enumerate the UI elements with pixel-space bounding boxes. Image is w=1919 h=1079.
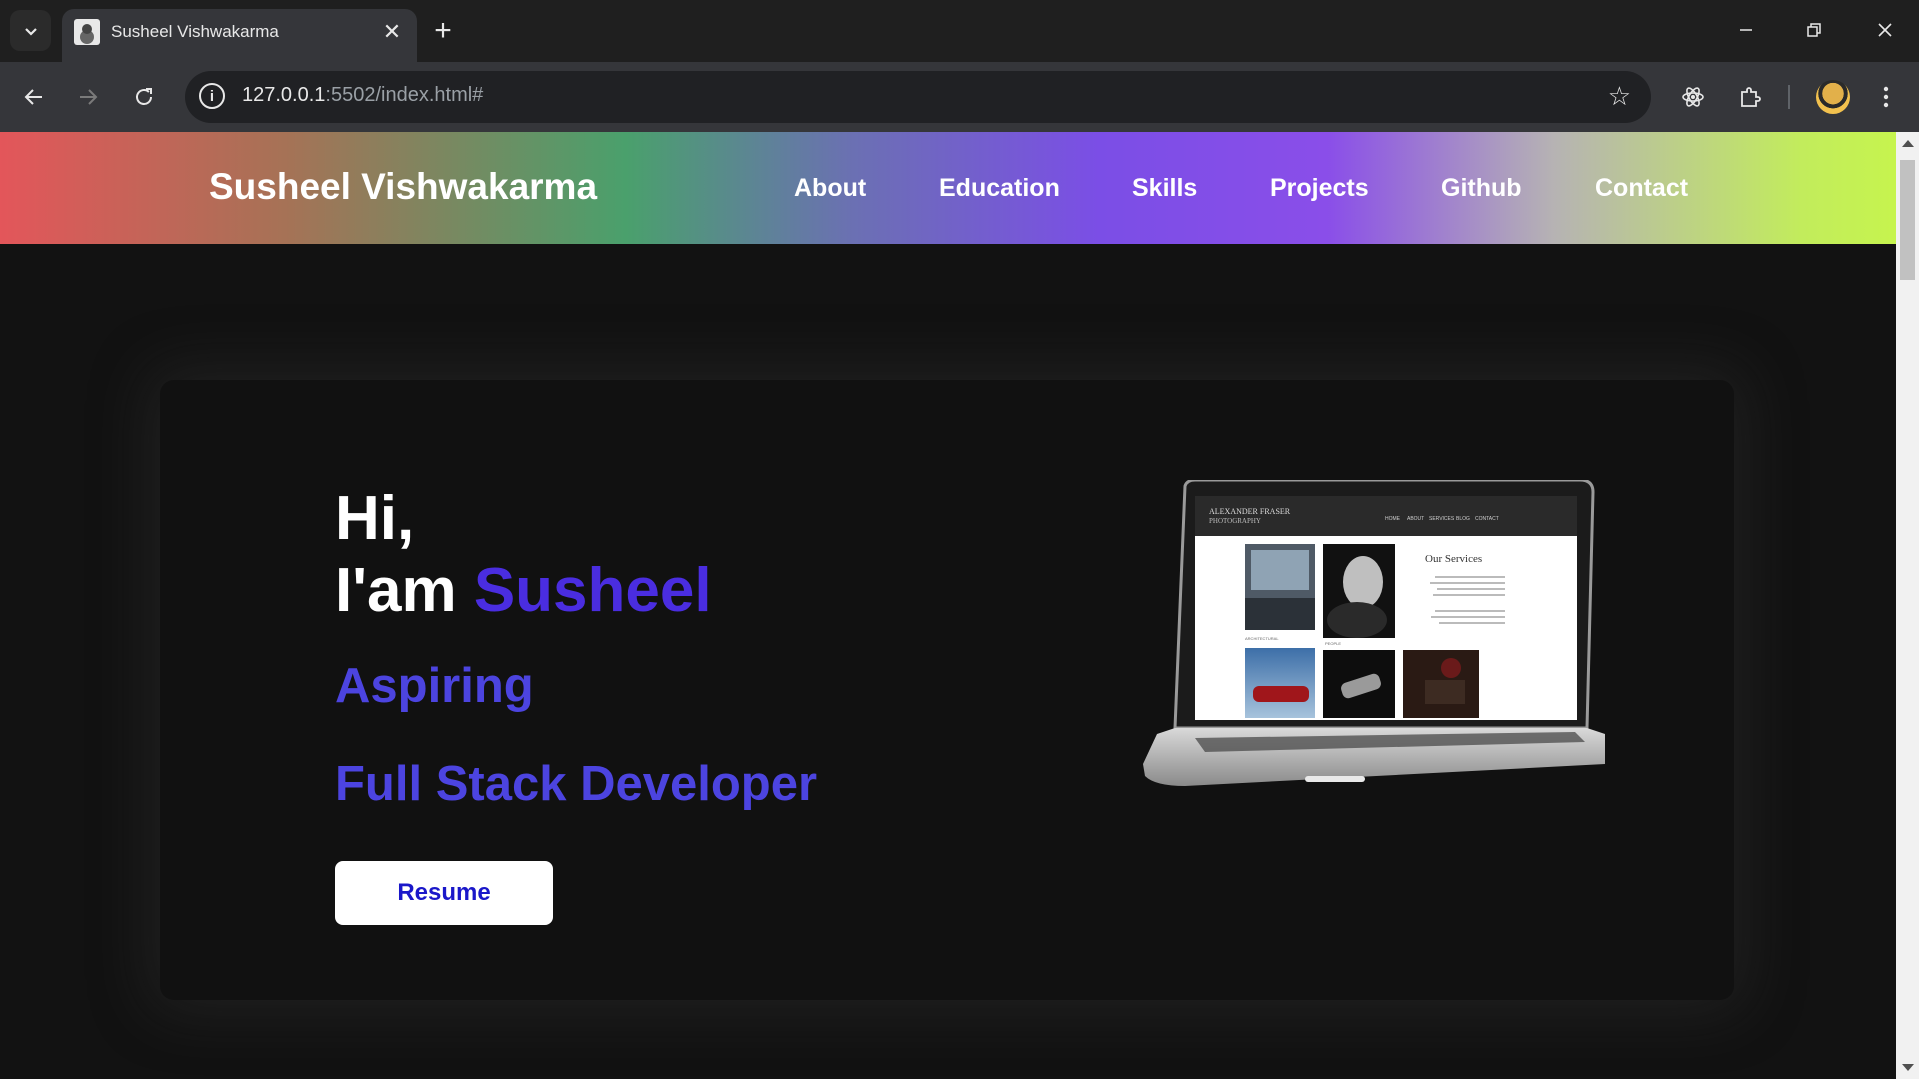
screen-menu-contact: CONTACT	[1475, 516, 1499, 522]
minimize-icon[interactable]	[1723, 14, 1769, 46]
hero-card: Hi, I'am Susheel Aspiring Full Stack Dev…	[160, 380, 1734, 1000]
address-bar[interactable]: i 127.0.0.1:5502/index.html# ☆	[185, 71, 1651, 123]
browser-toolbar: i 127.0.0.1:5502/index.html# ☆	[0, 62, 1919, 132]
scroll-up-arrow-icon[interactable]	[1902, 140, 1914, 147]
screen-site-title: ALEXANDER FRASER	[1209, 507, 1291, 516]
scroll-down-arrow-icon[interactable]	[1902, 1064, 1914, 1071]
toolbar-separator	[1788, 85, 1790, 109]
nav-skills[interactable]: Skills	[1132, 174, 1197, 203]
screen-photo-car	[1245, 648, 1315, 718]
tab-search-button[interactable]	[10, 10, 51, 51]
tab-title: Susheel Vishwakarma	[111, 22, 279, 41]
back-arrow-icon[interactable]	[14, 77, 54, 117]
screen-heading: Our Services	[1425, 553, 1482, 565]
extensions-puzzle-icon[interactable]	[1730, 77, 1770, 117]
site-info-icon[interactable]: i	[199, 83, 225, 109]
browser-tabstrip: Susheel Vishwakarma ✕ +	[0, 0, 1919, 62]
nav-about[interactable]: About	[794, 174, 866, 203]
new-tab-plus-icon[interactable]: +	[425, 13, 461, 49]
url-path: :5502/index.html#	[325, 84, 484, 106]
nav-projects[interactable]: Projects	[1270, 174, 1369, 203]
profile-avatar[interactable]	[1816, 80, 1850, 114]
scrollbar-thumb[interactable]	[1900, 160, 1915, 280]
hero-greeting: Hi, I'am Susheel	[335, 483, 712, 627]
page-scrollbar[interactable]	[1896, 132, 1919, 1079]
greeting-line-2: I'am Susheel	[335, 555, 712, 627]
menu-kebab-icon[interactable]	[1866, 77, 1906, 117]
screen-menu-about: ABOUT	[1407, 516, 1424, 522]
restore-icon[interactable]	[1791, 14, 1837, 46]
screen-caption-architectural: ARCHITECTURAL	[1245, 636, 1279, 641]
bookmark-star-icon[interactable]: ☆	[1608, 81, 1631, 112]
role-line-2: Full Stack Developer	[335, 757, 818, 811]
greeting-prefix: I'am	[335, 556, 474, 625]
greeting-name: Susheel	[473, 556, 712, 625]
screen-menu-services: SERVICES	[1429, 516, 1455, 522]
screen-menu-home: HOME	[1385, 516, 1401, 522]
site-favicon-icon	[74, 19, 100, 45]
react-devtools-icon[interactable]	[1673, 77, 1713, 117]
address-url[interactable]: 127.0.0.1:5502/index.html#	[242, 84, 483, 107]
close-window-icon[interactable]	[1862, 14, 1908, 46]
site-navbar: Susheel Vishwakarma About Education Skil…	[0, 132, 1896, 244]
nav-education[interactable]: Education	[939, 174, 1060, 203]
screen-site-subtitle: PHOTOGRAPHY	[1209, 517, 1261, 525]
browser-tab-active[interactable]: Susheel Vishwakarma ✕	[62, 9, 417, 62]
nav-contact[interactable]: Contact	[1595, 174, 1688, 203]
forward-arrow-icon[interactable]	[68, 77, 108, 117]
resume-button[interactable]: Resume	[335, 861, 553, 925]
screen-menu-blog: BLOG	[1456, 516, 1470, 522]
reload-icon[interactable]	[124, 77, 164, 117]
site-brand[interactable]: Susheel Vishwakarma	[209, 166, 597, 208]
nav-github[interactable]: Github	[1441, 174, 1522, 203]
laptop-image: ALEXANDER FRASER PHOTOGRAPHY HOME ABOUT …	[1143, 480, 1605, 786]
chevron-down-icon	[24, 27, 37, 36]
url-host: 127.0.0.1	[242, 84, 326, 106]
greeting-line-1: Hi,	[335, 484, 415, 553]
page-viewport: Susheel Vishwakarma About Education Skil…	[0, 132, 1896, 1079]
screen-caption-people: PEOPLE	[1325, 641, 1341, 646]
role-line-1: Aspiring	[335, 659, 534, 713]
close-tab-icon[interactable]: ✕	[379, 19, 405, 45]
